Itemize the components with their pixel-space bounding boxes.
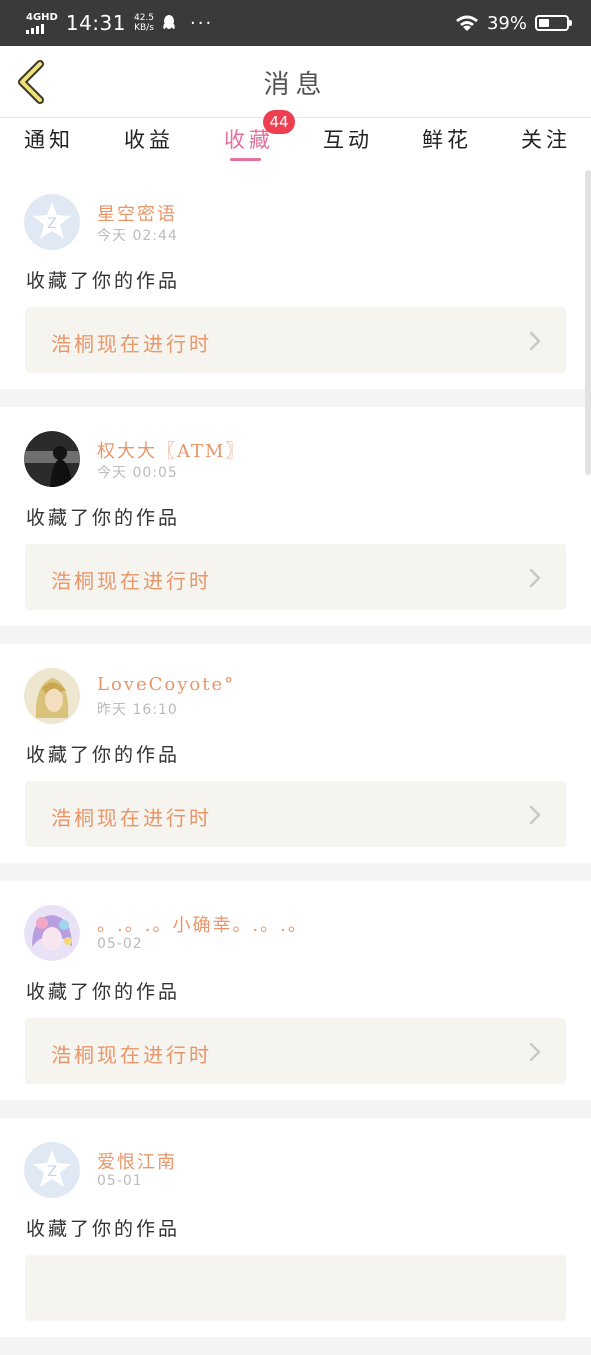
avatar[interactable]: Z [24, 194, 80, 250]
action-text: 收藏了你的作品 [26, 744, 181, 766]
list-item: Z 星空密语 今天 02:44 收藏了你的作品 浩桐现在进行时 [0, 170, 591, 389]
page-title: 消息 [263, 70, 328, 100]
work-link[interactable]: 浩桐现在进行时 [25, 1018, 566, 1084]
timestamp: 今天 02:44 [97, 228, 178, 244]
header: 消息 [0, 46, 591, 118]
tab-following[interactable]: 关注 [521, 124, 571, 154]
avatar[interactable] [24, 905, 80, 961]
battery-icon [535, 15, 572, 31]
battery-fill [539, 19, 550, 27]
timestamp: 今天 00:05 [97, 465, 178, 481]
work-title: 浩桐现在进行时 [51, 332, 212, 356]
list-item: 权大大〖ATM〗 今天 00:05 收藏了你的作品 浩桐现在进行时 [0, 407, 591, 626]
chevron-right-icon [529, 805, 541, 825]
active-tab-indicator [230, 158, 261, 161]
colorful-anime-avatar [24, 905, 80, 961]
tab-earnings[interactable]: 收益 [124, 124, 174, 154]
clock: 14:31 [65, 11, 126, 35]
svg-text:Z: Z [47, 1164, 57, 1180]
svg-text:Z: Z [47, 216, 57, 232]
qq-icon [163, 15, 175, 29]
work-link[interactable]: 浩桐现在进行时 [25, 544, 566, 610]
blonde-anime-avatar [24, 668, 80, 724]
action-text: 收藏了你的作品 [26, 507, 181, 529]
avatar[interactable] [24, 431, 80, 487]
tab-bar: 通知 收益 收藏 44 互动 鲜花 关注 [0, 110, 591, 170]
timestamp: 05-02 [97, 936, 143, 952]
default-avatar-icon: Z [24, 194, 80, 250]
tab-flowers[interactable]: 鲜花 [422, 124, 472, 154]
avatar[interactable] [24, 668, 80, 724]
speed-unit: KB/s [134, 23, 154, 33]
timestamp: 昨天 16:10 [97, 702, 178, 718]
work-link[interactable] [25, 1255, 566, 1321]
default-avatar-icon: Z [24, 1142, 80, 1198]
status-bar: 4GHD 14:31 42.5 KB/s ··· 39% [0, 0, 591, 46]
message-list: Z 星空密语 今天 02:44 收藏了你的作品 浩桐现在进行时 权大大〖ATM〗… [0, 170, 591, 1355]
battery-percent: 39% [486, 12, 527, 34]
list-item: LoveCoyote° 昨天 16:10 收藏了你的作品 浩桐现在进行时 [0, 644, 591, 863]
username[interactable]: LoveCoyote° [97, 674, 235, 695]
username[interactable]: 权大大〖ATM〗 [97, 437, 245, 463]
scrollbar[interactable] [585, 170, 591, 475]
tab-interactions[interactable]: 互动 [323, 124, 373, 154]
chevron-right-icon [529, 331, 541, 351]
favorites-count-badge: 44 [263, 110, 295, 134]
more-notifications-icon: ··· [190, 12, 214, 34]
work-link[interactable]: 浩桐现在进行时 [25, 781, 566, 847]
list-item: 。.。.。小确幸。.。.。 05-02 收藏了你的作品 浩桐现在进行时 [0, 881, 591, 1100]
signal-icon: 4GHD [26, 11, 58, 34]
network-type: 4GHD [26, 11, 58, 23]
network-speed: 42.5 KB/s [134, 13, 154, 33]
username[interactable]: 星空密语 [97, 200, 177, 226]
work-link[interactable]: 浩桐现在进行时 [25, 307, 566, 373]
tab-notifications[interactable]: 通知 [24, 124, 74, 154]
chevron-right-icon [529, 568, 541, 588]
username[interactable]: 。.。.。小确幸。.。.。 [97, 911, 308, 937]
list-item: Z 爱恨江南 05-01 收藏了你的作品 [0, 1118, 591, 1337]
action-text: 收藏了你的作品 [26, 270, 181, 292]
work-title: 浩桐现在进行时 [51, 1043, 212, 1067]
wifi-icon [455, 15, 478, 31]
avatar[interactable]: Z [24, 1142, 80, 1198]
chevron-right-icon [529, 1042, 541, 1062]
dark-photo-avatar [24, 431, 80, 487]
work-title: 浩桐现在进行时 [51, 569, 212, 593]
speed-value: 42.5 [133, 13, 155, 23]
username[interactable]: 爱恨江南 [97, 1148, 177, 1174]
timestamp: 05-01 [97, 1173, 143, 1189]
action-text: 收藏了你的作品 [26, 1218, 181, 1240]
action-text: 收藏了你的作品 [26, 981, 181, 1003]
work-title: 浩桐现在进行时 [51, 806, 212, 830]
